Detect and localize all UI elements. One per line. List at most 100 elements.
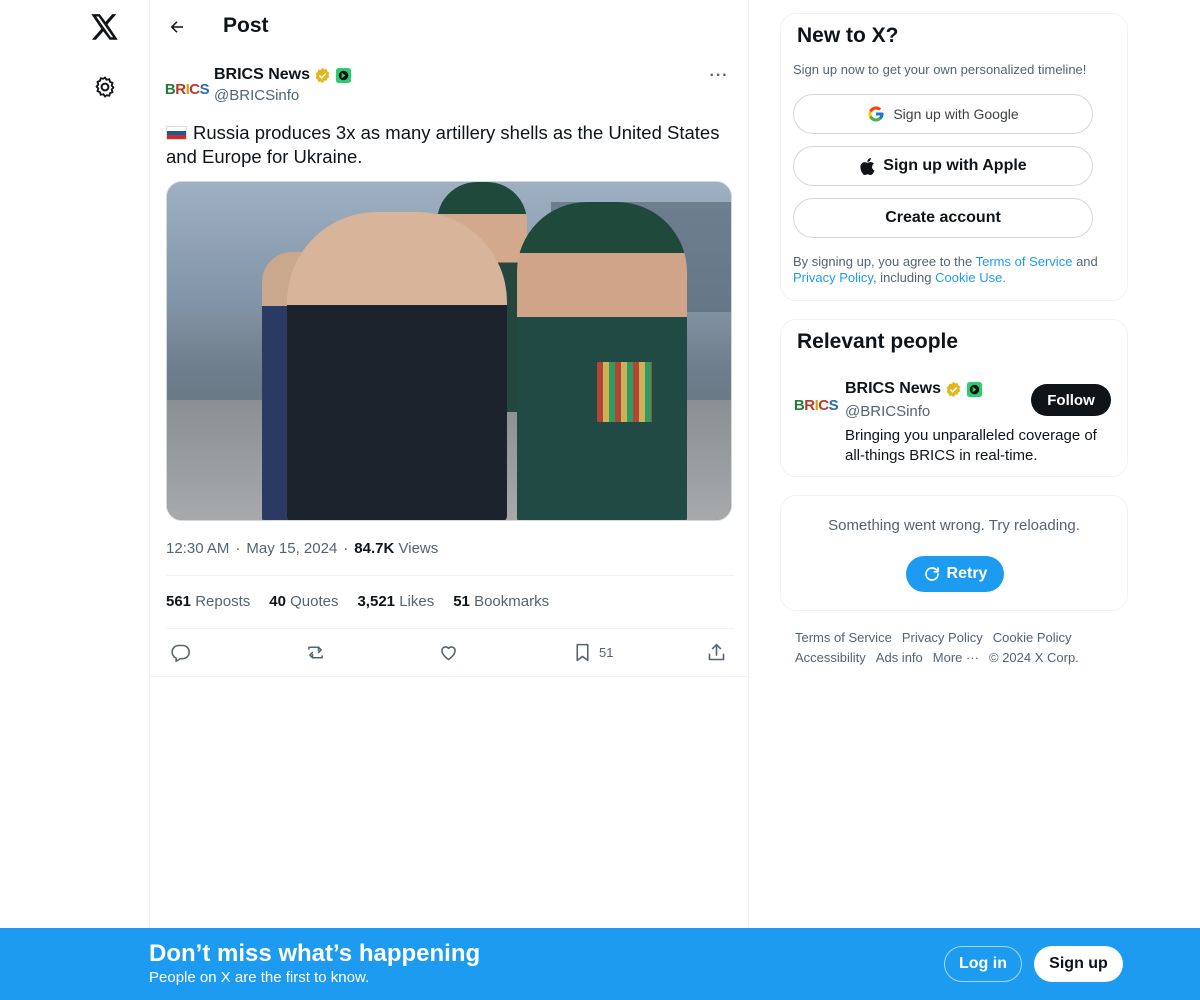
stat-likes[interactable]: 3,521 Likes: [357, 593, 434, 610]
footer-link-terms[interactable]: Terms of Service: [795, 628, 892, 648]
views-label: Views: [398, 540, 439, 557]
affiliate-badge-icon: [335, 67, 352, 83]
russia-flag-icon: [166, 126, 187, 140]
photo-figure: [287, 212, 507, 520]
stat-count: 3,521: [357, 593, 396, 610]
login-button[interactable]: Log in: [944, 946, 1022, 982]
author-name-link[interactable]: BRICS News: [214, 66, 352, 84]
stat-label: Quotes: [290, 593, 339, 610]
tweet-body: Russia produces 3x as many artillery she…: [166, 122, 720, 167]
refresh-icon: [924, 567, 939, 581]
footer-link-privacy[interactable]: Privacy Policy: [902, 628, 983, 648]
apple-icon: [860, 157, 875, 175]
apple-signup-button[interactable]: Sign up with Apple: [793, 146, 1093, 186]
stat-count: 51: [453, 593, 470, 610]
gear-icon[interactable]: [90, 72, 120, 102]
main-column: Post BRICS BRICS News @BRICSinfo ··· Rus…: [149, 0, 750, 930]
author-handle[interactable]: @BRICSinfo: [214, 87, 299, 104]
tweet-stats: 561 Reposts 40 Quotes 3,521 Likes 51 Boo…: [166, 593, 549, 610]
stat-label: Reposts: [195, 593, 251, 610]
signup-button[interactable]: Sign up: [1034, 946, 1123, 982]
error-card: Something went wrong. Try reloading. Ret…: [780, 495, 1128, 611]
page-title: Post: [223, 14, 269, 37]
tweet-date[interactable]: May 15, 2024: [246, 540, 337, 557]
verified-badge-icon: [315, 67, 330, 83]
banner-subtitle: People on X are the first to know.: [149, 969, 370, 986]
repost-icon: [308, 645, 323, 659]
bookmark-button[interactable]: 51: [572, 637, 613, 667]
tweet-photo[interactable]: [166, 181, 732, 521]
follow-button[interactable]: Follow: [1031, 384, 1111, 416]
back-button[interactable]: [162, 12, 192, 42]
tweet-author: BRICS BRICS News @BRICSinfo ···: [165, 64, 734, 110]
terms-link[interactable]: Terms of Service: [976, 254, 1073, 269]
avatar[interactable]: BRICS: [165, 68, 210, 110]
relevant-people-card: Relevant people BRICS BRICS News @BRICSi…: [780, 319, 1128, 477]
reply-icon: [171, 644, 191, 662]
google-icon: [868, 106, 884, 122]
retry-label: Retry: [946, 565, 988, 582]
relevant-bio: Bringing you unparalleled coverage of al…: [845, 427, 1097, 464]
arrow-left-icon: [170, 21, 183, 33]
avatar[interactable]: BRICS: [794, 384, 839, 426]
divider: [166, 628, 734, 629]
relevant-handle[interactable]: @BRICSinfo: [845, 403, 930, 420]
signup-card: New to X? Sign up now to get your own pe…: [780, 13, 1128, 301]
tweet-meta: 12:30 AM · May 15, 2024 · 84.7K Views: [166, 540, 438, 557]
relevant-name: BRICS News: [845, 380, 942, 397]
more-options-icon[interactable]: ···: [704, 64, 734, 88]
repost-button[interactable]: [304, 637, 327, 667]
cookie-use-link[interactable]: Cookie Use.: [935, 270, 1006, 285]
footer-link-ads-info[interactable]: Ads info: [876, 648, 923, 668]
footer-link-cookie[interactable]: Cookie Policy: [993, 628, 1072, 648]
relevant-name-link[interactable]: BRICS News: [845, 380, 983, 398]
relevant-people-title: Relevant people: [797, 330, 959, 353]
verified-badge-icon: [946, 381, 961, 397]
google-signup-button[interactable]: Sign up with Google: [793, 94, 1093, 134]
stat-reposts[interactable]: 561 Reposts: [166, 593, 250, 610]
stat-bookmarks[interactable]: 51 Bookmarks: [453, 593, 549, 610]
signup-subtitle: Sign up now to get your own personalized…: [793, 62, 1087, 77]
footer-links: Terms of Service Privacy Policy Cookie Pol…: [795, 628, 1125, 668]
tweet-actions: 51: [166, 637, 734, 667]
divider: [150, 676, 750, 677]
signup-title: New to X?: [797, 24, 899, 47]
footer-link-accessibility[interactable]: Accessibility: [795, 648, 866, 668]
like-button[interactable]: [438, 637, 459, 667]
heart-icon: [441, 645, 456, 660]
banner-title: Don’t miss what’s happening: [149, 940, 481, 967]
apple-signup-label: Sign up with Apple: [883, 157, 1027, 174]
x-logo-icon[interactable]: [88, 10, 122, 44]
stat-count: 40: [269, 593, 286, 610]
stat-label: Likes: [399, 593, 435, 610]
left-nav: [0, 0, 150, 1000]
footer-link-more[interactable]: More ···: [933, 648, 979, 668]
meta-separator: ·: [235, 540, 241, 557]
meta-separator: ·: [343, 540, 349, 557]
views-link[interactable]: 84.7K Views: [354, 540, 438, 557]
legal-text: and: [1076, 254, 1098, 269]
stat-label: Bookmarks: [474, 593, 550, 610]
share-icon: [708, 643, 725, 660]
stat-count: 561: [166, 593, 192, 610]
tweet-time[interactable]: 12:30 AM: [166, 540, 229, 557]
bookmark-icon: [576, 643, 589, 661]
signup-legal: By signing up, you agree to the Terms of…: [793, 254, 1123, 286]
affiliate-badge-icon: [966, 381, 983, 397]
legal-text: By signing up, you agree to the: [793, 254, 973, 269]
views-count: 84.7K: [354, 540, 395, 557]
footer-copyright: © 2024 X Corp.: [989, 650, 1079, 665]
stat-quotes[interactable]: 40 Quotes: [269, 593, 338, 610]
google-signup-label: Sign up with Google: [893, 106, 1019, 122]
error-message: Something went wrong. Try reloading.: [828, 517, 1080, 534]
retry-button[interactable]: Retry: [906, 556, 1004, 592]
bookmark-count: 51: [599, 644, 614, 660]
create-account-button[interactable]: Create account: [793, 198, 1093, 238]
tweet-text: Russia produces 3x as many artillery she…: [166, 121, 736, 169]
author-name: BRICS News: [214, 66, 311, 83]
share-button[interactable]: [706, 637, 727, 667]
reply-button[interactable]: [170, 637, 191, 667]
divider: [166, 575, 734, 576]
post-header: Post: [150, 0, 750, 54]
privacy-link[interactable]: Privacy Policy: [793, 270, 873, 285]
